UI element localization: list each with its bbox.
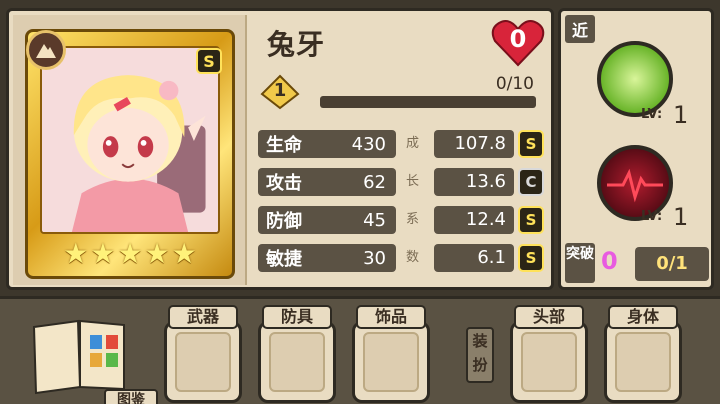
slot-label: 饰品 <box>356 305 426 329</box>
exp-bar <box>320 96 536 108</box>
stat-row-attack: 攻击 62 长 13.6 C <box>258 168 548 196</box>
range-tag: 近 <box>565 15 595 43</box>
stat-row-defense: 防御 45 系 12.4 S <box>258 206 548 234</box>
accessory-slot[interactable]: 饰品 <box>348 305 434 403</box>
growth-label-char: 长 <box>406 174 420 189</box>
star-rating: ★ ★ ★ ★ ★ <box>42 240 218 268</box>
star-icon: ★ <box>90 237 116 270</box>
dress-up-button[interactable]: 装扮 <box>466 327 494 383</box>
star-icon: ★ <box>144 237 170 270</box>
skill-level-value: 1 <box>673 101 689 129</box>
breakthrough-progress: 0/1 <box>635 247 709 281</box>
growth-value: 12.4 <box>434 206 514 234</box>
character-name: 兔牙 <box>267 28 326 61</box>
head-slot[interactable]: 头部 <box>506 305 592 403</box>
stat-value: 45 <box>363 209 386 231</box>
stat-label: 生命 <box>266 135 302 156</box>
growth-value: 6.1 <box>434 244 514 272</box>
class-mountain-icon <box>26 30 66 70</box>
favor-count: 0 <box>509 25 527 53</box>
name-bar: 兔牙 0 <box>253 17 549 69</box>
growth-value: 13.6 <box>434 168 514 196</box>
skill-level-label: LV: <box>641 107 663 122</box>
level-row: 1 0/10 <box>254 70 544 114</box>
growth-label-char: 成 <box>406 136 420 151</box>
chibi-character-image <box>42 48 218 232</box>
breakthrough-label: 突破 <box>565 243 595 283</box>
grade-badge: S <box>518 244 544 272</box>
breakthrough-count: 0 <box>601 247 618 275</box>
skills-panel: 近 LV: 1 LV: 1 突破 0 0/1 <box>558 8 714 290</box>
slot-label: 身体 <box>608 305 678 329</box>
growth-label-char: 数 <box>406 250 420 265</box>
stat-label: 防御 <box>266 211 302 232</box>
skill-level-value: 1 <box>673 203 689 231</box>
portrait-frame[interactable]: S ★ ★ ★ ★ ★ <box>25 29 235 279</box>
stat-label: 敏捷 <box>266 249 302 270</box>
rank-badge: S <box>196 48 222 74</box>
star-icon: ★ <box>117 237 143 270</box>
slot-label: 头部 <box>514 305 584 329</box>
collection-label: 图鉴 <box>104 389 158 404</box>
game-screen: S ★ ★ ★ ★ ★ 兔牙 0 1 0/10 生命 430 成 107.8 S… <box>0 0 720 404</box>
skill-level-label: LV: <box>641 209 663 224</box>
grade-badge: S <box>518 130 544 158</box>
exp-text: 0/10 <box>495 74 534 94</box>
growth-value: 107.8 <box>434 130 514 158</box>
grade-badge: S <box>518 206 544 234</box>
portrait-area: S ★ ★ ★ ★ ★ <box>13 15 247 285</box>
stat-label: 攻击 <box>266 173 302 194</box>
collection-book-button[interactable]: 图鉴 <box>28 313 158 404</box>
level-value: 1 <box>273 80 287 101</box>
stat-value: 30 <box>363 247 386 269</box>
weapon-slot[interactable]: 武器 <box>160 305 246 403</box>
portrait-image <box>40 46 220 234</box>
book-icon <box>32 319 125 395</box>
slot-label: 武器 <box>168 305 238 329</box>
stat-value: 430 <box>351 133 386 155</box>
grade-badge: C <box>518 168 544 196</box>
stat-row-agility: 敏捷 30 数 6.1 S <box>258 244 548 272</box>
body-slot[interactable]: 身体 <box>600 305 686 403</box>
equipment-bar: 图鉴 武器 防具 饰品 装扮 头部 身体 <box>0 296 720 404</box>
slot-label: 防具 <box>262 305 332 329</box>
growth-label-char: 系 <box>406 212 420 227</box>
armor-slot[interactable]: 防具 <box>254 305 340 403</box>
carrot-skill-icon[interactable] <box>597 41 673 117</box>
stat-value: 62 <box>363 171 386 193</box>
star-icon: ★ <box>171 237 197 270</box>
breakthrough-box: 突破 0 0/1 <box>565 243 709 283</box>
star-icon: ★ <box>63 237 89 270</box>
stat-row-hp: 生命 430 成 107.8 S <box>258 130 548 158</box>
